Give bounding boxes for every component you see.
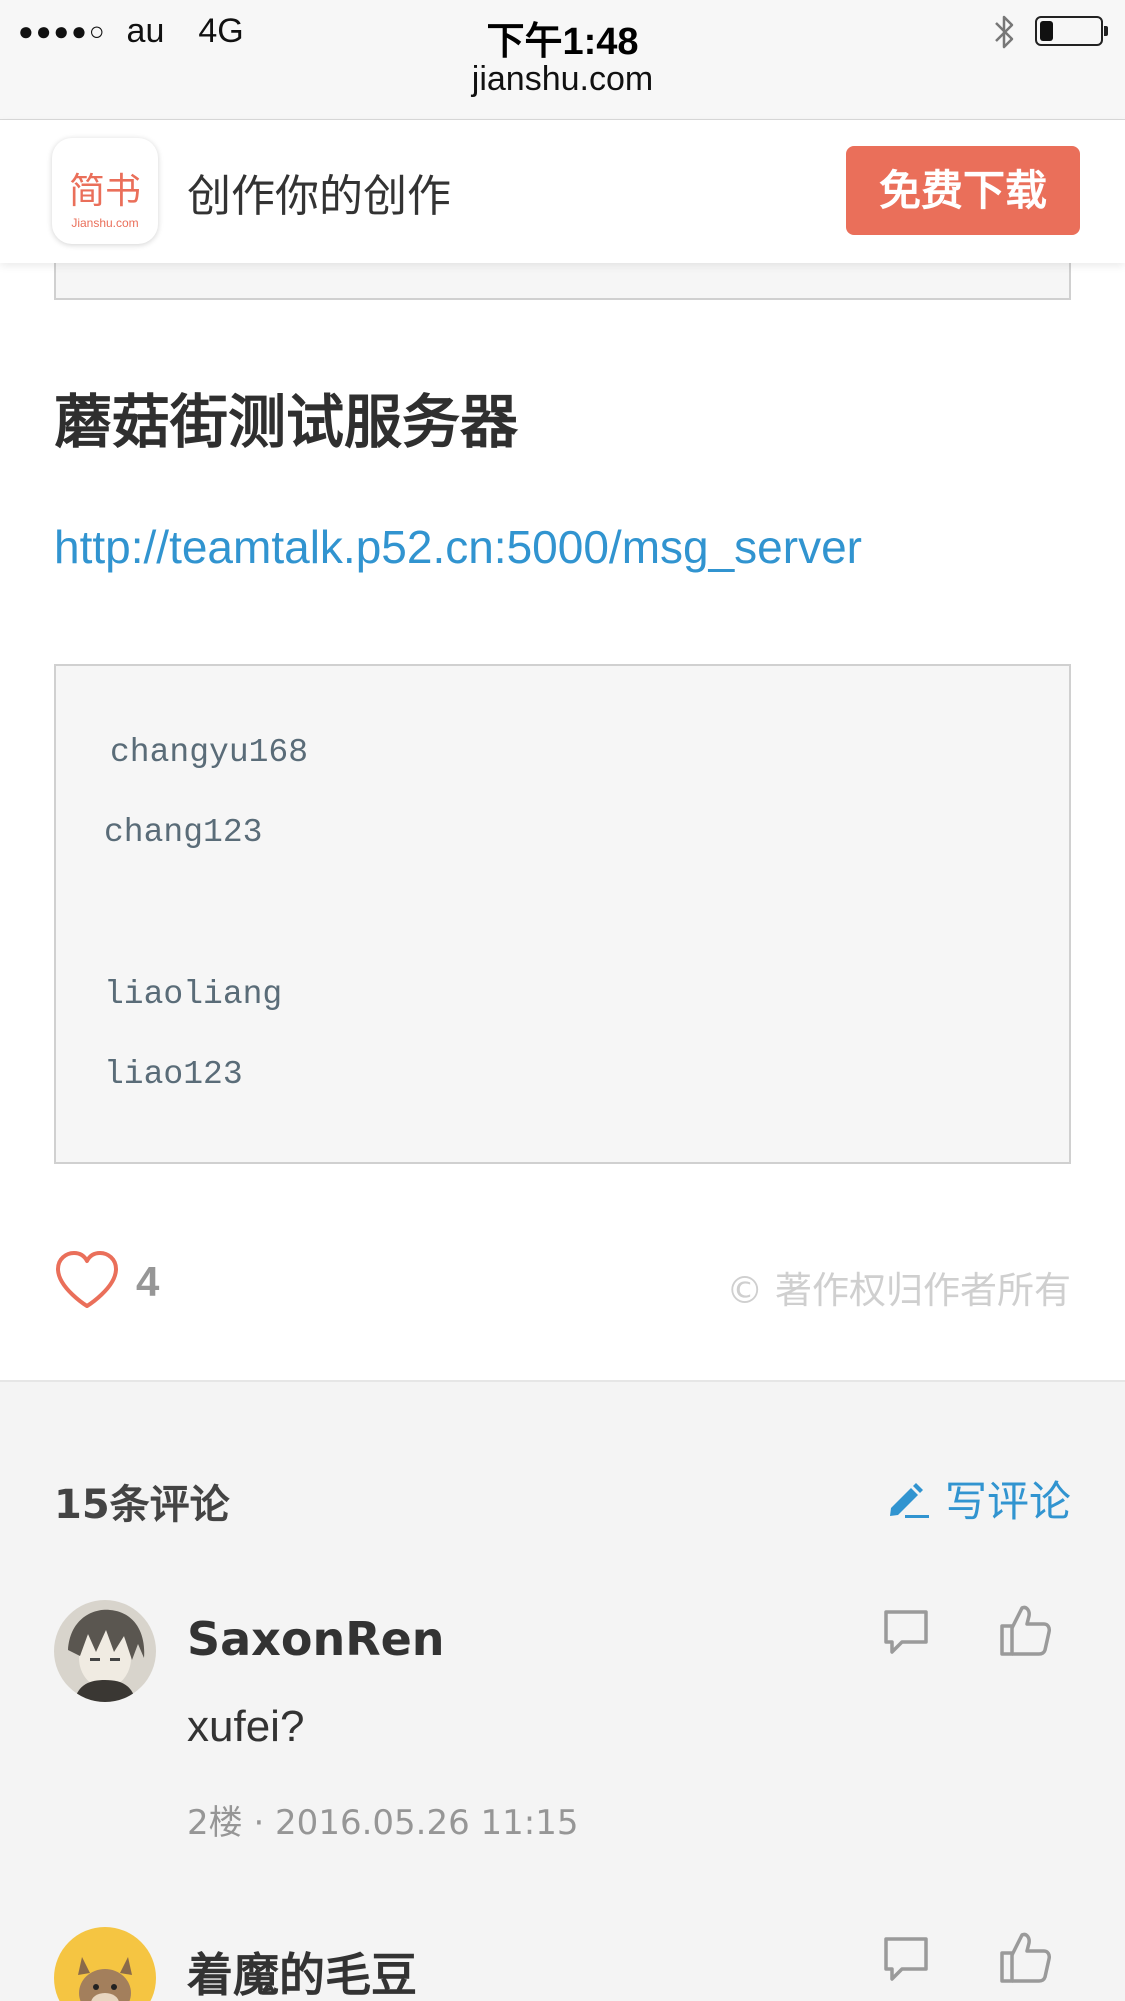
comment-text: xufei? <box>187 1702 305 1751</box>
jianshu-logo[interactable]: 简书 Jianshu.com <box>52 138 158 244</box>
thumbs-up-icon[interactable] <box>998 1929 1052 1985</box>
code-line: chang123 <box>104 814 263 851</box>
code-line: changyu168 <box>110 734 309 771</box>
copyright-notice: © 著作权归作者所有 <box>726 1269 1071 1312</box>
like-count: 4 <box>136 1258 160 1305</box>
address-url[interactable]: jianshu.com <box>0 60 1125 99</box>
pencil-icon <box>889 1482 929 1518</box>
like-row: 4 © 著作权归作者所有 <box>54 1250 1071 1320</box>
avatar[interactable] <box>54 1927 156 2001</box>
comment-meta: 2楼 · 2016.05.26 11:15 <box>187 1803 579 1843</box>
reply-icon[interactable] <box>880 1606 932 1656</box>
battery-level <box>1040 21 1053 41</box>
code-line: liaoliang <box>104 976 283 1013</box>
reply-icon[interactable] <box>880 1933 932 1983</box>
write-comment-button[interactable]: 写评论 <box>885 1468 1071 1529</box>
logo-text: 简书 <box>68 171 141 212</box>
comment-author[interactable]: SaxonRen <box>187 1612 445 1666</box>
bluetooth-icon <box>995 15 1014 49</box>
server-link[interactable]: http://teamtalk.p52.cn:5000/msg_server <box>54 520 862 574</box>
avatar[interactable] <box>54 1600 156 1702</box>
status-bar: ●●●●○ au 4G 下午1:48 jianshu.com <box>0 0 1125 120</box>
comments-section: 15条评论 写评论 SaxonRen xufei? 2楼 · 2016.05.2… <box>0 1380 1125 2001</box>
app-download-banner: 简书 Jianshu.com 创作你的创作 免费下载 <box>0 120 1125 263</box>
heart-icon[interactable] <box>54 1250 120 1312</box>
status-time: 下午1:48 <box>486 21 639 63</box>
battery-icon <box>1035 16 1108 46</box>
logo-subtext: Jianshu.com <box>71 216 139 230</box>
section-heading: 蘑菇街测试服务器 <box>54 388 519 456</box>
comment-item: 着魔的毛豆 <box>54 1927 1071 2001</box>
download-button[interactable]: 免费下载 <box>846 146 1080 235</box>
code-line: liao123 <box>104 1056 243 1093</box>
comment-item: SaxonRen xufei? 2楼 · 2016.05.26 11:15 <box>54 1600 1071 1843</box>
comment-author[interactable]: 着魔的毛豆 <box>187 1939 417 2001</box>
write-comment-label: 写评论 <box>944 1477 1071 1526</box>
banner-slogan: 创作你的创作 <box>187 171 451 222</box>
code-block: changyu168 chang123 liaoliang liao123 <box>54 664 1071 1164</box>
thumbs-up-icon[interactable] <box>998 1602 1052 1658</box>
comments-count: 15条评论 <box>54 1482 230 1528</box>
